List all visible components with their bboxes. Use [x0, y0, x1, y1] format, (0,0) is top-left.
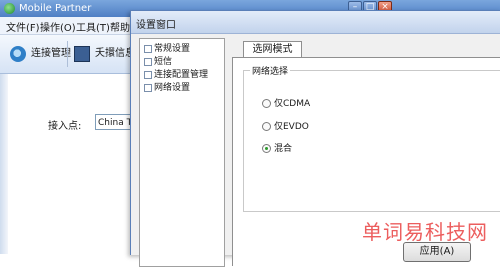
toolbar-divider — [67, 41, 68, 67]
tree-item-label: 常规设置 — [154, 44, 191, 54]
tab-network-mode[interactable]: 选网模式 — [243, 41, 302, 58]
apn-label: 接入点: — [48, 121, 82, 132]
main-window-title: Mobile Partner — [19, 3, 92, 14]
radio-label: 仅CDMA — [274, 99, 311, 109]
sms-label: 夭擐信息 — [95, 48, 135, 59]
connection-icon — [10, 46, 26, 62]
menu-tools[interactable]: 工具(T) — [76, 19, 110, 34]
radio-icon — [262, 122, 271, 131]
folder-icon — [144, 58, 152, 66]
watermark: 单词易科技网 — [362, 220, 488, 244]
tree-item-label: 短信 — [154, 57, 173, 67]
menu-operation[interactable]: 操作(O) — [40, 19, 76, 34]
settings-tree: 常规设置 短信 连接配置管理 网络设置 — [139, 38, 225, 267]
network-selection-group: 网络选择 仅CDMA 仅EVDO 混合 — [243, 64, 500, 212]
radio-selected-icon — [262, 144, 271, 153]
folder-icon — [144, 45, 152, 53]
group-title: 网络选择 — [250, 64, 291, 77]
folder-icon — [144, 71, 152, 79]
folder-icon — [144, 84, 152, 92]
radio-icon — [262, 99, 271, 108]
menu-help[interactable]: 帮助(H) — [110, 19, 130, 34]
sms-icon — [74, 46, 90, 62]
tree-item-label: 网络设置 — [154, 83, 191, 93]
dialog-title: 设置窗口 — [136, 20, 176, 31]
dialog-title-bar: 设置窗口 — [131, 11, 500, 34]
left-strip — [0, 74, 8, 254]
menu-file[interactable]: 文件(F) — [6, 19, 40, 34]
connect-manage-label: 连接管理 — [31, 48, 71, 59]
apply-button[interactable]: 应用(A) — [403, 242, 471, 262]
tree-item-label: 连接配置管理 — [154, 70, 209, 80]
radio-label: 仅EVDO — [274, 122, 309, 132]
main-content — [0, 74, 140, 254]
radio-label: 混合 — [274, 144, 293, 154]
app-logo-icon — [4, 3, 15, 14]
